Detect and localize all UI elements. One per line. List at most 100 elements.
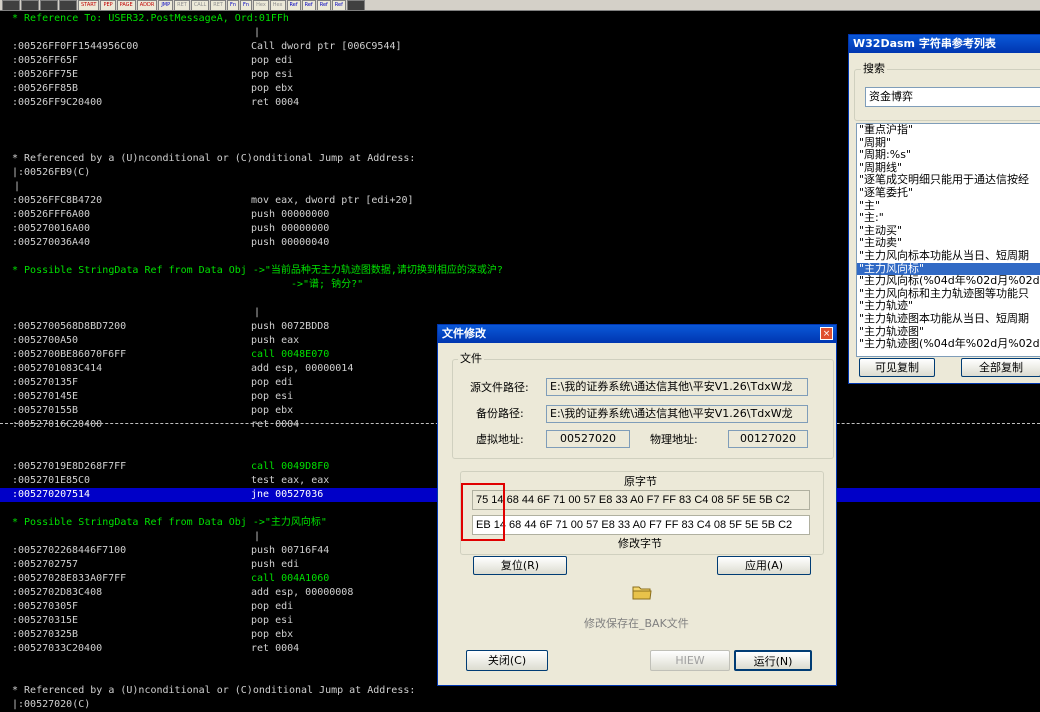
line-bytes: 57 (66, 559, 79, 570)
line-instruction: push 00000040 (251, 237, 330, 248)
toolbar-button[interactable] (59, 0, 77, 10)
line-bytes: 7514 (66, 489, 91, 500)
line-bytes: 5F (66, 377, 79, 388)
strings-dialog-title[interactable]: W32Dasm 字符串参考列表 (849, 35, 1040, 53)
hiew-button[interactable]: HIEW (650, 650, 730, 671)
string-list[interactable]: "重点沪指" "周期" "周期:%s" "周期线" "逐笔成交明细只能用于通达信按经 "逐… (856, 123, 1040, 357)
backup-path-field[interactable]: E:\我的证券系统\通达信其他\平安V1.26\TdxW龙 (546, 405, 808, 423)
search-label: 搜索 (861, 62, 887, 75)
search-input[interactable]: 资金博弈 (865, 87, 1040, 107)
backup-note: 修改保存在_BAK文件 (584, 617, 689, 630)
list-item[interactable]: "主力轨迹图(%04d年%02d月%02d日 (857, 337, 1040, 351)
line-bytes: 5F (66, 55, 79, 66)
toolbar-button[interactable]: PEP (100, 0, 116, 10)
toolbar-button[interactable]: Ref (286, 0, 301, 10)
source-path-field[interactable]: E:\我的证券系统\通达信其他\平安V1.26\TdxW龙 (546, 378, 808, 396)
xref-tick: | (254, 307, 261, 318)
list-item[interactable]: "逐笔委托" (857, 186, 1040, 200)
toolbar-button[interactable]: CALL (190, 0, 210, 10)
original-bytes-row: 75 14 68 44 6F 71 00 57 E8 33 A0 F7 FF 8… (472, 490, 810, 510)
line-instruction: pop ebx (251, 405, 294, 416)
toolbar-button[interactable]: Fn (240, 0, 253, 10)
line-bytes: 5E (66, 391, 79, 402)
list-item[interactable]: "主:" (857, 212, 1040, 225)
xref-text: * Referenced by a (U)nconditional or (C)… (12, 153, 416, 164)
line-bytes: 85C0 (66, 475, 91, 486)
toolbar-button[interactable]: RET (174, 0, 190, 10)
toolbar-button[interactable]: Hex (269, 0, 286, 10)
line-bytes: 6A40 (66, 237, 91, 248)
run-button[interactable]: 运行(N) (734, 650, 812, 671)
line-instruction: push eax (251, 335, 300, 346)
modified-bytes-input[interactable]: EB 14 68 44 6F 71 00 57 E8 33 A0 F7 FF 8… (472, 515, 810, 535)
reset-button[interactable]: 复位(R) (473, 556, 567, 575)
toolbar-button[interactable]: Ref (301, 0, 316, 10)
comment-line[interactable]: * Reference To: USER32.PostMessageA, Ord… (0, 12, 1040, 26)
line-bytes: 5F (66, 601, 79, 612)
toolbar-button[interactable]: Hex (253, 0, 269, 10)
line-instruction: ret 0004 (251, 97, 300, 108)
list-item[interactable]: "主力风向标(%04d年%02d月%02d日 (857, 275, 1040, 288)
virtual-address-field[interactable]: 00527020 (546, 430, 630, 448)
close-button[interactable]: 关闭(C) (466, 650, 548, 671)
toolbar-button[interactable]: Fn (226, 0, 240, 10)
toolbar-button[interactable] (21, 0, 39, 10)
line-instruction: push 0072BDD8 (251, 321, 330, 332)
line-instruction: pop edi (251, 377, 294, 388)
toolbar-button[interactable]: PAGE (116, 0, 136, 10)
line-address: :00527015 (12, 405, 67, 416)
line-address: :00527016 (12, 419, 67, 430)
toolbar-button[interactable]: Ref (316, 0, 331, 10)
line-instruction: pop esi (251, 391, 294, 402)
line-address: :00527032 (12, 629, 67, 640)
modified-bytes-header: 修改字节 (618, 537, 662, 550)
toolbar-button[interactable] (2, 0, 20, 10)
visible-copy-button[interactable]: 可见复制 (859, 358, 935, 377)
physical-address-field[interactable]: 00127020 (728, 430, 808, 448)
all-copy-button[interactable]: 全部复制 (961, 358, 1040, 377)
line-address: :00527019 (12, 461, 67, 472)
list-item[interactable]: "主" (857, 199, 1040, 213)
toolbar-button[interactable]: RET (210, 0, 226, 10)
xref-tick: | (254, 27, 261, 38)
line-instruction: push 00000000 (251, 223, 330, 234)
line-instruction: ret 0004 (251, 643, 300, 654)
toolbar-button[interactable]: JMP (158, 0, 174, 10)
physical-address-label: 物理地址: (650, 433, 698, 446)
line-address: :00526FF6 (12, 55, 67, 66)
toolbar-button[interactable]: START (78, 0, 100, 10)
toolbar-button[interactable]: ADDR (136, 0, 158, 10)
toolbar-button[interactable] (346, 0, 365, 10)
line-bytes: E8D268F7FF (66, 461, 127, 472)
line-address: :00527028 (12, 573, 67, 584)
comment-line[interactable]: * Referenced by a (U)nconditional or (C)… (0, 684, 1040, 698)
line-bytes: 68D8BD7200 (66, 321, 127, 332)
close-icon[interactable]: × (820, 327, 833, 340)
list-item[interactable]: "周期:%s" (857, 149, 1040, 162)
line-bytes: 83C408 (66, 587, 103, 598)
patch-dialog-title[interactable]: 文件修改 (438, 325, 836, 343)
line-instruction: jne 00527036 (251, 489, 324, 500)
line-address: :0052702D (12, 587, 67, 598)
line-bytes: 5E (66, 69, 79, 80)
line-address: :0052700A (12, 335, 67, 346)
comment-line[interactable]: |:00527020(C) (0, 698, 1040, 712)
line-bytes: E86070F6FF (66, 349, 127, 360)
toolbar-button[interactable] (40, 0, 58, 10)
line-bytes: 8B4720 (66, 195, 103, 206)
line-instruction: test eax, eax (251, 475, 330, 486)
toolbar-button[interactable]: Ref (331, 0, 346, 10)
line-address: :00526FF8 (12, 83, 67, 94)
comment-text: * Possible StringData Ref from Data Obj … (12, 265, 503, 276)
line-bytes: E833A0F7FF (66, 573, 127, 584)
source-path-label: 源文件路径: (470, 381, 529, 394)
line-instruction: pop edi (251, 601, 294, 612)
list-item[interactable]: "主力风向标本功能从当日、短周期 (857, 249, 1040, 263)
line-address: :00526FFF (12, 209, 67, 220)
apply-button[interactable]: 应用(A) (717, 556, 811, 575)
line-bytes: 50 (66, 335, 79, 346)
line-address: :00527022 (12, 545, 67, 556)
list-item[interactable]: "主力轨迹图本功能从当日、短周期 (857, 312, 1040, 326)
strings-dialog: W32Dasm 字符串参考列表 搜索 资金博弈 "重点沪指" "周期" "周期:%s… (848, 34, 1040, 384)
list-item[interactable]: "重点沪指" (857, 124, 1040, 137)
